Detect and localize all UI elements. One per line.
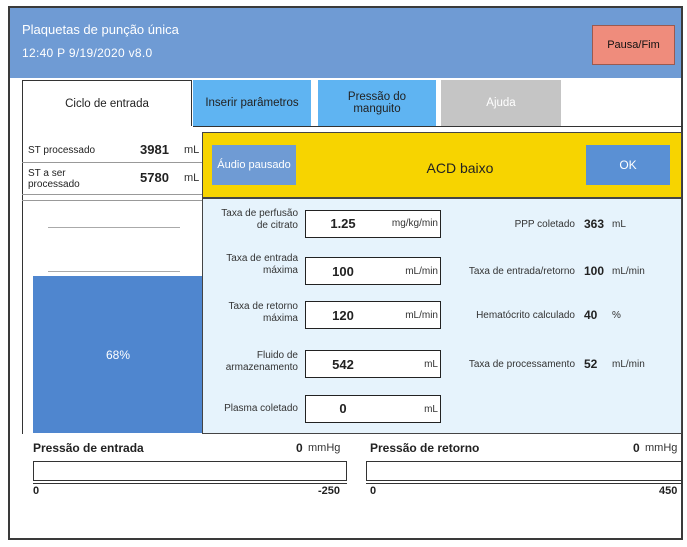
- header-bar: [10, 8, 681, 78]
- inlet-pressure-label: Pressão de entrada: [33, 441, 144, 455]
- return-pressure-unit: mmHg: [645, 442, 678, 454]
- param-unit: mL: [424, 404, 438, 415]
- readout-unit: mL/min: [612, 266, 645, 277]
- readout-value: 100: [584, 264, 605, 278]
- inlet-pressure-unit: mmHg: [308, 442, 341, 454]
- progress-percent: 68%: [105, 347, 131, 362]
- alert-message: ACD baixo: [426, 160, 494, 176]
- readout-unit: %: [612, 310, 621, 321]
- return-pressure-min: 0: [370, 485, 377, 497]
- tab-cuff-pressure[interactable]: Pressão do manguito: [318, 80, 436, 126]
- inlet-pressure-min: 0: [33, 485, 40, 497]
- readout-value: 40: [584, 308, 598, 322]
- param-label-citrate-rate: Taxa de perfusão de citrato: [221, 208, 298, 231]
- st-processed-unit: mL: [184, 144, 200, 156]
- cycle-progress-bar: 68%: [33, 276, 203, 433]
- st-remaining-unit: mL: [184, 172, 200, 184]
- st-processed-value: 3981: [140, 142, 169, 157]
- readout-label-hematocrit: Hematócrito calculado: [476, 310, 575, 321]
- inlet-pressure-max: -250: [318, 485, 341, 497]
- st-remaining-value: 5780: [140, 170, 169, 185]
- st-remaining-label: ST a ser processado: [28, 168, 80, 190]
- readout-unit: mL: [612, 219, 626, 230]
- param-value: 0: [339, 401, 347, 416]
- content-left-border: [22, 126, 23, 434]
- readout-label-ppp-collected: PPP coletado: [514, 219, 575, 230]
- content-top-border: [193, 126, 683, 127]
- tab-help[interactable]: Ajuda: [441, 80, 561, 126]
- param-value: 100: [332, 264, 354, 279]
- param-label-max-inlet-rate: Taxa de entrada máxima: [226, 253, 298, 276]
- param-value: 542: [332, 357, 354, 372]
- param-label-storage-fluid: Fluido de armazenamento: [225, 350, 298, 373]
- tab-cuff-label: Pressão do manguito: [347, 91, 407, 115]
- audio-paused-button[interactable]: Áudio pausado: [212, 145, 296, 185]
- app-title: Plaquetas de punção única: [22, 22, 179, 37]
- inlet-pressure-axis: [33, 483, 347, 484]
- param-label-max-return-rate: Taxa de retorno máxima: [228, 301, 299, 324]
- readout-unit: mL/min: [612, 359, 645, 370]
- st-processed-label: ST processado: [28, 145, 96, 156]
- readout-label-processing-rate: Taxa de processamento: [468, 359, 575, 370]
- param-value: 1.25: [330, 216, 356, 231]
- return-pressure-value: 0: [633, 441, 640, 455]
- return-pressure-label: Pressão de retorno: [370, 441, 480, 455]
- empty-field-line: [48, 227, 180, 228]
- readout-label-inlet-return-ratio: Taxa de entrada/retorno: [468, 266, 575, 277]
- param-label-plasma-collected: Plasma coletado: [224, 403, 298, 414]
- divider: [22, 162, 202, 163]
- return-pressure-bar: [366, 461, 682, 481]
- return-pressure-max: 450: [659, 485, 678, 497]
- tab-enter-parameters[interactable]: Inserir parâmetros: [193, 80, 311, 126]
- tab-input-cycle[interactable]: Ciclo de entrada: [22, 80, 192, 126]
- divider: [22, 194, 202, 195]
- inlet-pressure-bar: [33, 461, 347, 481]
- readout-value: 52: [584, 357, 598, 371]
- pause-end-button[interactable]: Pausa/Fim: [592, 25, 675, 65]
- return-pressure-axis: [366, 483, 682, 484]
- status-line: 12:40 P 9/19/2020 v8.0: [22, 46, 153, 60]
- divider: [22, 200, 202, 201]
- readout-value: 363: [584, 217, 605, 231]
- ok-button[interactable]: OK: [586, 145, 670, 185]
- param-value: 120: [332, 308, 354, 323]
- empty-field-line: [48, 271, 180, 272]
- inlet-pressure-value: 0: [296, 441, 303, 455]
